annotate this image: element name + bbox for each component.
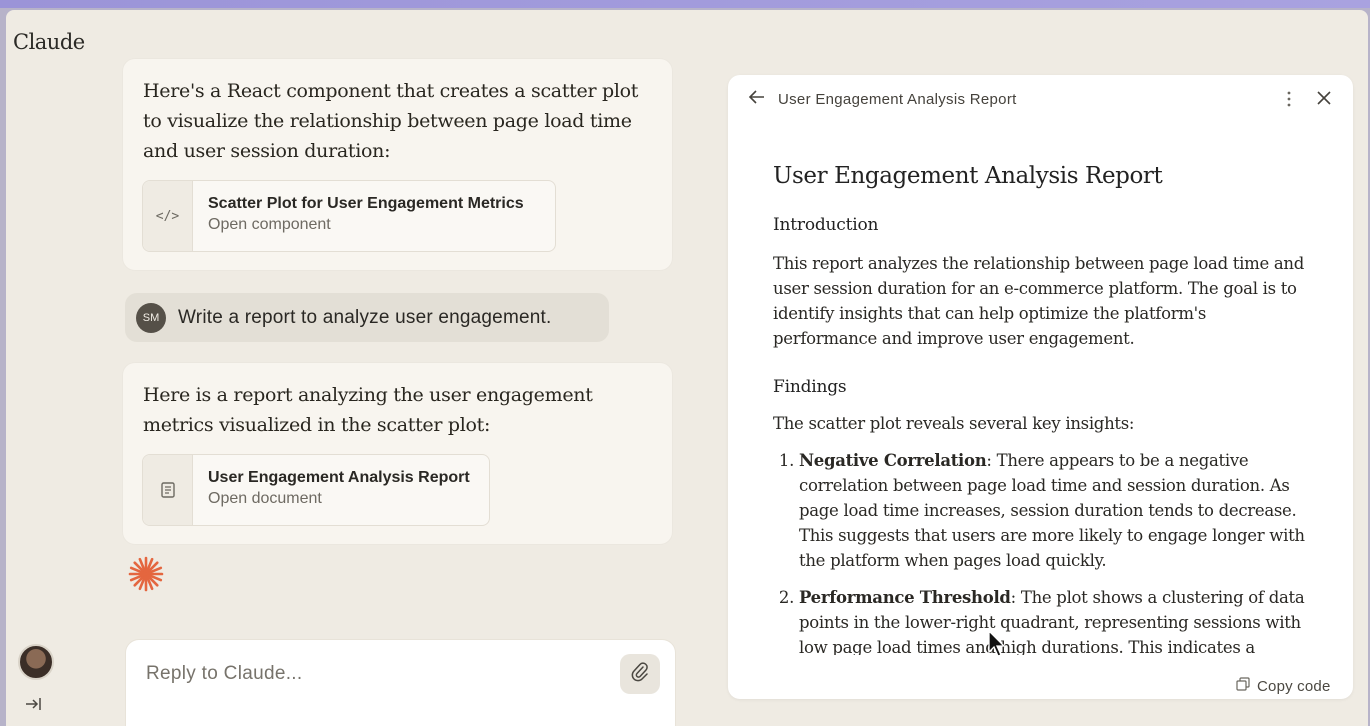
app-window: Claude Here's a React component that cre… [6,10,1368,726]
panel-header: User Engagement Analysis Report [728,75,1353,125]
doc-title: User Engagement Analysis Report [773,163,1163,189]
panel-title: User Engagement Analysis Report [778,91,1017,108]
user-message-text: Write a report to analyze user engagemen… [178,306,552,328]
artifact-card-document[interactable]: User Engagement Analysis Report Open doc… [142,454,490,526]
finding-title: Negative Correlation [799,451,987,470]
reply-input-placeholder[interactable]: Reply to Claude... [146,663,302,685]
close-icon[interactable] [1316,90,1332,111]
findings-lead: The scatter plot reveals several key ins… [773,414,1135,433]
copy-code-button[interactable]: Copy code [1236,677,1331,695]
assistant-message-text: Here is a report analyzing the user enga… [143,384,593,436]
mouse-cursor-icon [988,629,1008,663]
expand-sidebar-icon[interactable] [24,696,42,717]
more-options-icon[interactable] [1285,89,1293,114]
finding-item: Negative Correlation: There appears to b… [799,448,1313,573]
claude-spark-icon [127,555,165,598]
finding-item: Performance Threshold: The plot shows a … [799,585,1313,655]
copy-code-label: Copy code [1257,677,1331,695]
user-initials-avatar: SM [136,302,166,333]
intro-paragraph: This report analyzes the relationship be… [773,254,1304,348]
finding-title: Performance Threshold [799,588,1011,607]
artifact-card-component[interactable]: </> Scatter Plot for User Engagement Met… [142,180,556,252]
artifact-subtitle: Open component [208,216,331,233]
copy-icon [1236,677,1250,695]
code-icon: </> [143,181,193,251]
brand-logo[interactable]: Claude [13,30,85,54]
assistant-message: Here is a report analyzing the user enga… [123,363,672,544]
user-profile-avatar[interactable] [18,644,54,680]
reply-composer[interactable]: Reply to Claude... [125,639,676,726]
artifact-title: Scatter Plot for User Engagement Metrics [208,195,524,212]
artifact-subtitle: Open document [208,490,322,507]
artifact-title: User Engagement Analysis Report [208,469,470,486]
back-arrow-icon[interactable] [748,88,766,111]
window-top-strip [0,0,1370,8]
assistant-message-text: Here's a React component that creates a … [143,80,639,162]
user-message: SM Write a report to analyze user engage… [125,293,609,342]
document-icon [143,455,193,525]
paperclip-icon [631,661,649,687]
attach-button[interactable] [620,654,660,694]
assistant-message: Here's a React component that creates a … [123,59,672,270]
artifact-panel: User Engagement Analysis Report User Eng… [728,75,1353,699]
section-heading-findings: Findings [773,377,847,397]
findings-list: Negative Correlation: There appears to b… [799,448,1313,655]
document-content: User Engagement Analysis Report Introduc… [773,125,1313,655]
section-heading-introduction: Introduction [773,215,879,235]
